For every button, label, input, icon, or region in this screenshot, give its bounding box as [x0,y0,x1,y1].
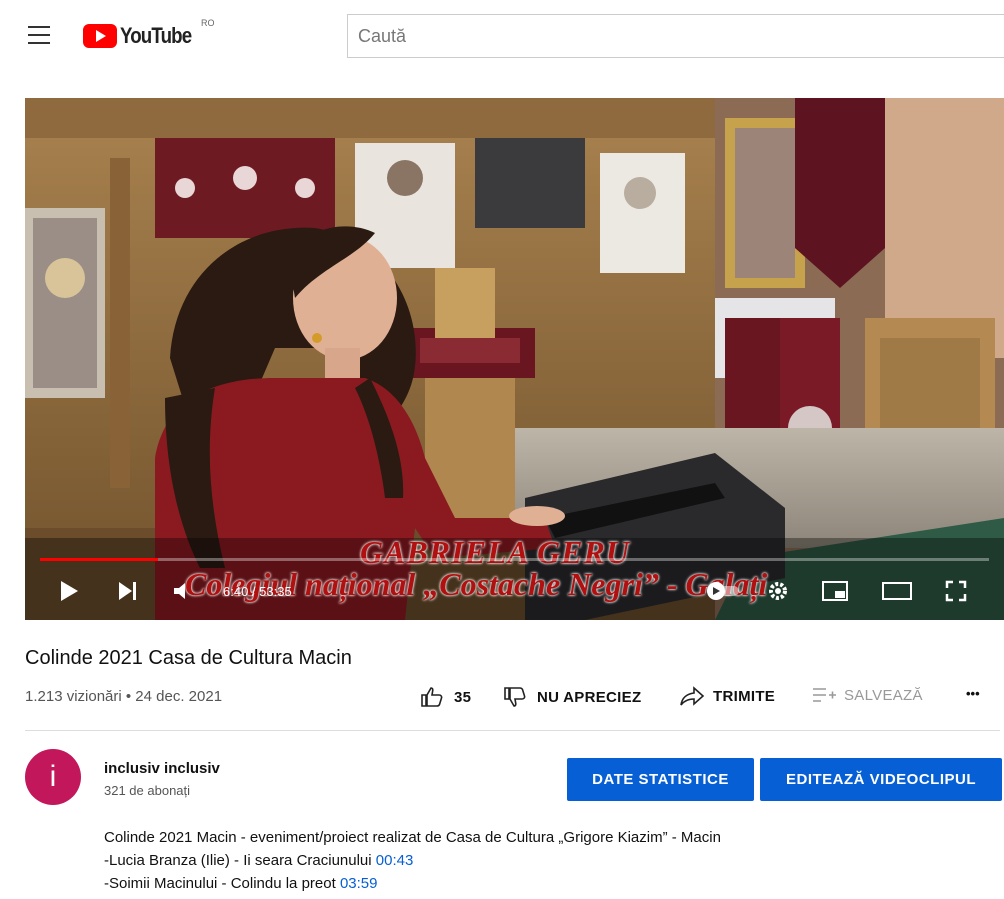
share-button[interactable]: TRIMITE [679,686,775,706]
search-input[interactable] [358,25,997,47]
video-title: Colinde 2021 Casa de Cultura Macin [25,647,352,669]
progress-bar[interactable] [40,558,989,561]
country-code: RO [201,18,215,28]
edit-video-button[interactable]: EDITEAZĂ VIDEOCLIPUL [760,758,1002,801]
dislike-label: NU APRECIEZ [537,688,642,706]
divider [25,730,1000,731]
thumbs-up-icon [421,687,443,707]
more-actions-icon[interactable]: ••• [966,686,980,701]
time-display: 6:40 / 53:35 [223,584,292,599]
volume-icon[interactable] [172,580,194,602]
video-player[interactable]: GABRIELA GERU Colegiul național „Costach… [25,98,1004,620]
dislike-button[interactable]: NU APRECIEZ [503,686,641,708]
save-label: SALVEAZĂ [844,686,923,704]
search-box[interactable] [347,14,1004,58]
like-button[interactable]: 35 [420,686,471,708]
timestamp-link[interactable]: 03:59 [340,875,378,892]
autoplay-toggle-icon[interactable] [707,582,739,600]
views-and-date: 1.213 vizionări • 24 dec. 2021 [25,688,223,705]
progress-fill [40,558,158,561]
miniplayer-icon[interactable] [822,581,848,601]
save-button[interactable]: SALVEAZĂ [812,686,923,704]
share-label: TRIMITE [713,687,776,705]
description-line: Colinde 2021 Macin - eveniment/proiect r… [104,829,721,846]
play-icon[interactable] [58,580,80,602]
logo-text: YouTube [120,23,192,48]
subscriber-count: 321 de abonați [104,783,191,798]
description-text: -Soimii Macinului - Colindu la preot [104,875,340,892]
description-line: -Lucia Branza (Ilie) - Ii seara Craciunu… [104,849,721,872]
menu-icon[interactable] [28,26,50,44]
like-count: 35 [454,688,472,706]
description-text: -Lucia Branza (Ilie) - Ii seara Craciunu… [104,852,376,869]
stats-button[interactable]: DATE STATISTICE [567,758,754,801]
avatar[interactable]: i [25,749,81,805]
fullscreen-icon[interactable] [945,580,967,602]
youtube-play-icon [83,24,117,48]
channel-name[interactable]: inclusiv inclusiv [104,760,220,777]
share-arrow-icon [680,686,705,706]
thumbs-down-icon [504,687,526,707]
next-icon[interactable] [117,580,139,602]
description: Colinde 2021 Macin - eveniment/proiect r… [104,826,721,895]
theater-mode-icon[interactable] [882,582,912,600]
settings-gear-icon[interactable] [767,580,789,602]
youtube-logo[interactable]: YouTube RO [83,18,215,50]
timestamp-link[interactable]: 00:43 [376,852,414,869]
top-bar: YouTube RO [0,0,1004,72]
playlist-add-icon [813,688,836,702]
description-line: -Soimii Macinului - Colindu la preot 03:… [104,872,721,895]
